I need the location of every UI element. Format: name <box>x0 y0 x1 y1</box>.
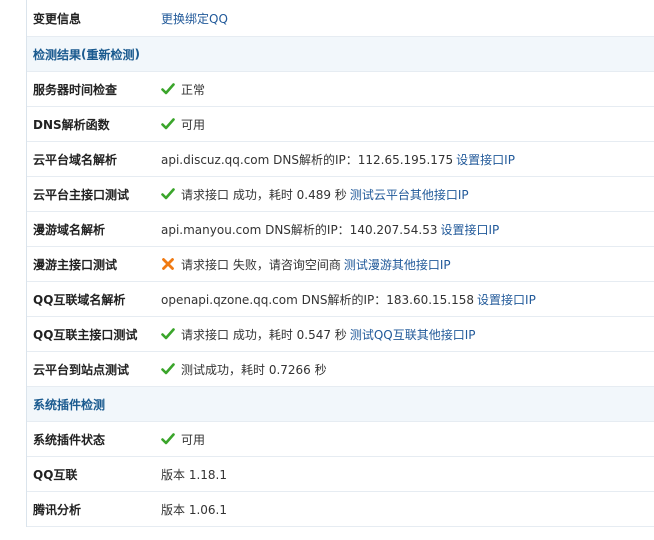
plugin-label: 腾讯分析 <box>33 502 82 517</box>
check-text: 请求接口 失败，请咨询空间商 <box>181 257 341 272</box>
paren-close: ) <box>134 47 140 61</box>
check-icon <box>161 83 175 95</box>
check-text: 正常 <box>181 82 206 97</box>
check-value: 可用 <box>155 116 205 133</box>
check-row: 服务器时间检查 正常 <box>27 72 654 107</box>
check-text: api.manyou.com DNS解析的IP：140.207.54.53 <box>161 222 438 237</box>
recheck-link[interactable]: 重新检测 <box>87 46 135 63</box>
check-action-link[interactable]: 设置接口IP <box>440 221 499 238</box>
results-title: 检测结果 <box>33 47 82 62</box>
check-action-link[interactable]: 测试QQ互联其他接口IP <box>350 326 476 343</box>
check-row: 云平台到站点测试 测试成功，耗时 0.7266 秒 <box>27 352 654 387</box>
check-label: DNS解析函数 <box>33 117 110 132</box>
check-text: 可用 <box>181 117 206 132</box>
cloud-diagnostics-panel: 变更信息 更换绑定QQ 检测结果 ( 重新检测 ) 服务器时间检查 正常 DNS解析… <box>26 0 654 527</box>
check-label: 漫游主接口测试 <box>33 257 118 272</box>
results-section-header: 检测结果 ( 重新检测 ) <box>27 37 654 72</box>
check-text: 请求接口 成功，耗时 0.547 秒 <box>181 327 347 342</box>
plugin-value: 版本 1.06.1 <box>155 501 227 518</box>
check-value: 请求接口 失败，请咨询空间商 测试漫游其他接口IP <box>155 256 451 273</box>
check-action-link[interactable]: 测试云平台其他接口IP <box>350 186 469 203</box>
check-label: 漫游域名解析 <box>33 222 106 237</box>
check-label: 云平台域名解析 <box>33 152 118 167</box>
check-text: api.discuz.qq.com DNS解析的IP：112.65.195.17… <box>161 152 454 167</box>
check-value: 请求接口 成功，耗时 0.489 秒测试云平台其他接口IP <box>155 186 469 203</box>
check-label: 云平台到站点测试 <box>33 362 130 377</box>
plugin-label: 系统插件状态 <box>33 432 106 447</box>
check-row: DNS解析函数 可用 <box>27 107 654 142</box>
plugin-list: 系统插件状态 可用 QQ互联 版本 1.18.1 腾讯分析 版本 1.06.1 <box>27 422 654 527</box>
change-info-value: 更换绑定QQ <box>155 10 228 27</box>
cross-icon <box>162 258 174 270</box>
check-value: api.manyou.com DNS解析的IP：140.207.54.53 设置接… <box>155 221 499 238</box>
check-text: openapi.qzone.qq.com DNS解析的IP：183.60.15.… <box>161 292 475 307</box>
check-row: 云平台域名解析 api.discuz.qq.com DNS解析的IP：112.65… <box>27 142 654 177</box>
plugin-label: QQ互联 <box>33 467 78 482</box>
check-text: 测试成功，耗时 0.7266 秒 <box>181 362 327 377</box>
check-action-link[interactable]: 设置接口IP <box>477 291 536 308</box>
check-row: QQ互联主接口测试 请求接口 成功，耗时 0.547 秒测试QQ互联其他接口IP <box>27 317 654 352</box>
plugin-value: 可用 <box>155 431 205 448</box>
check-label: 云平台主接口测试 <box>33 187 130 202</box>
check-value: 请求接口 成功，耗时 0.547 秒测试QQ互联其他接口IP <box>155 326 475 343</box>
plugin-text: 版本 1.18.1 <box>161 467 227 482</box>
change-info-row: 变更信息 更换绑定QQ <box>27 0 654 37</box>
check-label: 服务器时间检查 <box>33 82 118 97</box>
check-value: 测试成功，耗时 0.7266 秒 <box>155 361 327 378</box>
check-icon <box>161 433 175 445</box>
check-row: 漫游主接口测试 请求接口 失败，请咨询空间商 测试漫游其他接口IP <box>27 247 654 282</box>
check-label: QQ互联域名解析 <box>33 292 126 307</box>
check-action-link[interactable]: 设置接口IP <box>456 151 515 168</box>
plugin-text: 版本 1.06.1 <box>161 502 227 517</box>
check-action-link[interactable]: 测试漫游其他接口IP <box>344 256 451 273</box>
plugin-row: QQ互联 版本 1.18.1 <box>27 457 654 492</box>
check-label: QQ互联主接口测试 <box>33 327 138 342</box>
check-text: 请求接口 成功，耗时 0.489 秒 <box>181 187 347 202</box>
check-icon <box>161 188 175 200</box>
check-row: 云平台主接口测试 请求接口 成功，耗时 0.489 秒测试云平台其他接口IP <box>27 177 654 212</box>
check-row: 漫游域名解析 api.manyou.com DNS解析的IP：140.207.54… <box>27 212 654 247</box>
plugin-text: 可用 <box>181 432 206 447</box>
plugin-value: 版本 1.18.1 <box>155 466 227 483</box>
check-row: QQ互联域名解析 openapi.qzone.qq.com DNS解析的IP：18… <box>27 282 654 317</box>
check-icon <box>161 363 175 375</box>
plugin-section-header: 系统插件检测 <box>27 387 654 422</box>
check-value: openapi.qzone.qq.com DNS解析的IP：183.60.15.… <box>155 291 536 308</box>
plugin-title: 系统插件检测 <box>33 397 106 412</box>
check-icon <box>161 328 175 340</box>
results-list: 服务器时间检查 正常 DNS解析函数 可用云平台域名解析 api.discuz.qq.c… <box>27 72 654 387</box>
plugin-row: 腾讯分析 版本 1.06.1 <box>27 492 654 527</box>
plugin-row: 系统插件状态 可用 <box>27 422 654 457</box>
change-bound-qq-link[interactable]: 更换绑定QQ <box>161 10 228 27</box>
change-info-label: 变更信息 <box>33 11 82 26</box>
check-value: api.discuz.qq.com DNS解析的IP：112.65.195.17… <box>155 151 515 168</box>
check-value: 正常 <box>155 81 205 98</box>
check-icon <box>161 118 175 130</box>
